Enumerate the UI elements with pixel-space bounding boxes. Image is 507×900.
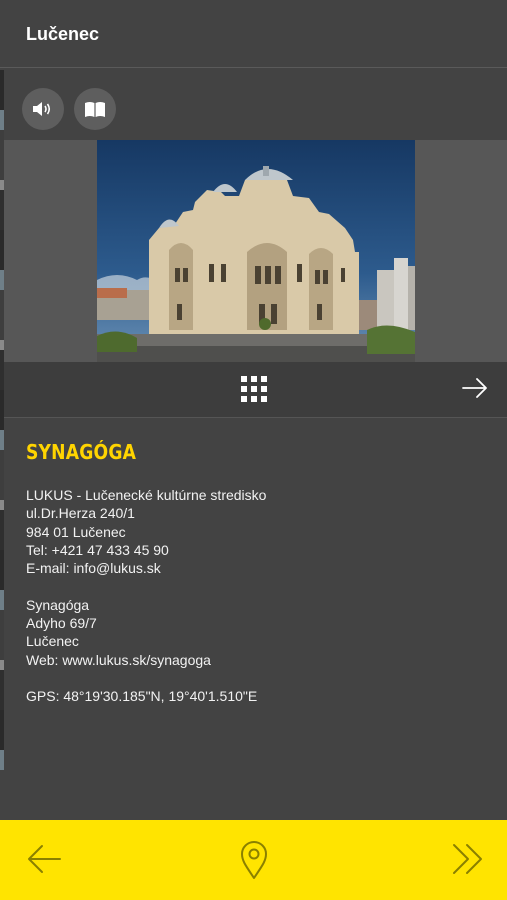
back-button[interactable] xyxy=(26,842,62,876)
venue-name: Synagóga xyxy=(26,596,90,613)
grid-icon[interactable] xyxy=(241,376,267,402)
venue-street: Adyho 69/7 xyxy=(26,615,97,632)
gps-coordinates: GPS: 48°19'30.185"N, 19°40'1.510"E xyxy=(26,688,258,705)
venue-web-link[interactable]: Web: www.lukus.sk/synagoga xyxy=(26,651,486,669)
organizer-street: ul.Dr.Herza 240/1 xyxy=(26,505,135,522)
photo-gallery[interactable] xyxy=(4,140,507,362)
venue-city: Lučenec xyxy=(26,633,79,650)
organizer-block: LUKUS - Lučenecké kultúrne stredisko ul.… xyxy=(26,486,486,577)
synagogue-photo xyxy=(97,140,415,362)
organizer-email[interactable]: E-mail: info@lukus.sk xyxy=(26,559,486,577)
organizer-name: LUKUS - Lučenecké kultúrne stredisko xyxy=(26,487,267,503)
detail-content: SYNAGÓGA LUKUS - Lučenecké kultúrne stre… xyxy=(26,440,486,706)
page-title: Lučenec xyxy=(26,24,100,44)
header-bar: Lučenec xyxy=(0,0,507,68)
bottom-nav xyxy=(0,820,507,900)
book-icon xyxy=(85,102,105,117)
next-photo-button[interactable] xyxy=(461,374,489,407)
organizer-phone[interactable]: Tel: +421 47 433 45 90 xyxy=(26,541,486,559)
map-pin-icon xyxy=(241,841,267,879)
arrow-right-icon xyxy=(462,378,487,398)
speaker-icon xyxy=(33,102,51,116)
audio-button[interactable] xyxy=(22,88,64,130)
organizer-city: 984 01 Lučenec xyxy=(26,523,126,540)
book-button[interactable] xyxy=(74,88,116,130)
place-heading: SYNAGÓGA xyxy=(26,440,137,464)
arrow-left-icon xyxy=(28,845,61,873)
forward-button[interactable] xyxy=(451,842,485,876)
gallery-controls xyxy=(4,362,507,418)
double-chevron-right-icon xyxy=(453,844,482,874)
venue-block: Synagóga Adyho 69/7 Lučenec Web: www.luk… xyxy=(26,596,486,669)
map-button[interactable] xyxy=(238,840,270,880)
